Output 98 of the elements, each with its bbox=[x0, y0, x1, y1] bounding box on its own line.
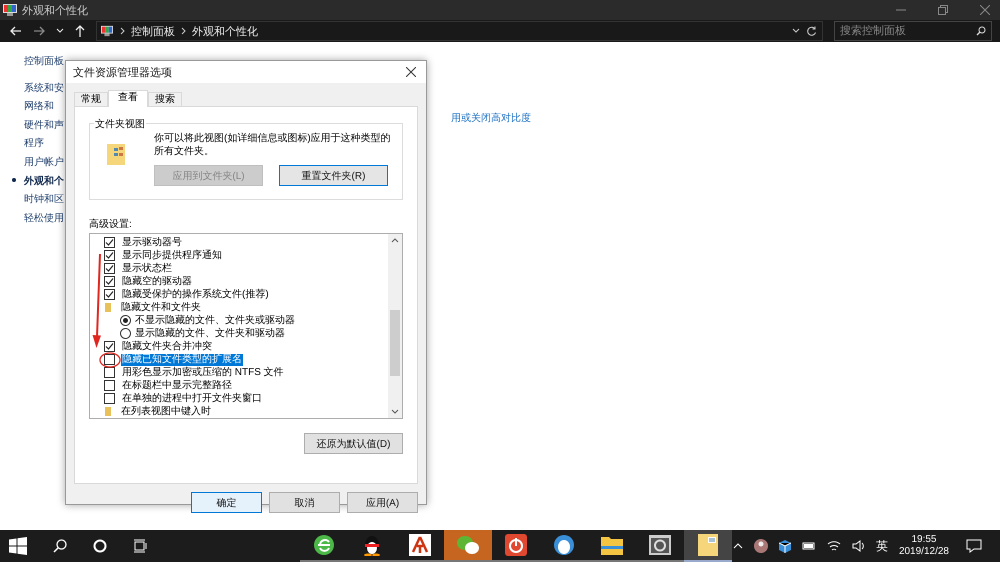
restore-icon[interactable] bbox=[938, 5, 948, 15]
start-icon[interactable] bbox=[9, 537, 27, 555]
sidebar-item[interactable]: 用户帐户 bbox=[12, 154, 64, 174]
globe-icon bbox=[313, 534, 335, 556]
close-icon[interactable] bbox=[406, 67, 416, 77]
setting-label[interactable]: 用彩色显示加密或压缩的 NTFS 文件 bbox=[121, 366, 285, 378]
circle-icon[interactable] bbox=[93, 539, 107, 553]
setting-label[interactable]: 显示驱动器号 bbox=[121, 236, 183, 248]
folder-button[interactable]: 重置文件夹(R) bbox=[279, 165, 388, 186]
notepad-icon bbox=[698, 534, 718, 556]
speaker-icon[interactable] bbox=[852, 540, 865, 552]
tab[interactable]: 常规 bbox=[74, 92, 108, 106]
setting-label[interactable]: 不显示隐藏的文件、文件夹或驱动器 bbox=[134, 314, 296, 326]
sidebar-item[interactable]: 外观和个 bbox=[12, 174, 64, 192]
back-icon[interactable] bbox=[10, 26, 22, 36]
high-contrast-link[interactable]: 用或关闭高对比度 bbox=[451, 113, 531, 124]
chevron-up-icon[interactable] bbox=[732, 543, 743, 549]
description-text: 你可以将此视图(如详细信息或图标)应用于这种类型的所有文件夹。 bbox=[154, 132, 392, 158]
dialog-button[interactable]: 确定 bbox=[191, 492, 262, 513]
checkbox[interactable] bbox=[104, 237, 115, 248]
checkbox[interactable] bbox=[104, 276, 115, 287]
folder-icon bbox=[106, 142, 128, 166]
setting-label[interactable]: 隐藏文件夹合并冲突 bbox=[121, 340, 213, 352]
setting-label[interactable]: 显示同步提供程序通知 bbox=[121, 250, 223, 262]
setting-label[interactable]: 在单独的进程中打开文件夹窗口 bbox=[121, 392, 263, 404]
checkbox[interactable] bbox=[104, 250, 115, 261]
app-icon bbox=[409, 534, 431, 556]
section-label: 高级设置: bbox=[89, 218, 133, 229]
clock-time: 19:55 bbox=[911, 534, 936, 546]
setting-label[interactable]: 在标题栏中显示完整路径 bbox=[121, 380, 233, 392]
scroll-thumb[interactable] bbox=[390, 310, 400, 376]
cube-icon[interactable] bbox=[778, 540, 791, 552]
checkbox[interactable] bbox=[104, 367, 115, 378]
sidebar-item[interactable]: 系统和安 bbox=[12, 80, 64, 100]
chevron-right-icon bbox=[120, 27, 125, 35]
window-icon bbox=[649, 535, 671, 555]
chevron-down-icon[interactable] bbox=[792, 28, 800, 34]
search-icon[interactable] bbox=[53, 539, 67, 553]
setting-label[interactable]: 隐藏空的驱动器 bbox=[121, 276, 193, 288]
checkbox[interactable] bbox=[104, 354, 115, 365]
sidebar-item[interactable]: 网络和 bbox=[12, 99, 54, 118]
scroll-up-icon[interactable] bbox=[391, 238, 399, 243]
folder-icon bbox=[105, 407, 111, 416]
chevron-right-icon bbox=[181, 27, 186, 35]
avatar-icon[interactable] bbox=[754, 539, 768, 553]
search-icon[interactable] bbox=[976, 26, 986, 36]
sidebar-item[interactable]: 控制面板 bbox=[12, 54, 64, 73]
refresh-icon[interactable] bbox=[806, 26, 817, 36]
input-language[interactable]: 英 bbox=[876, 538, 888, 554]
tab[interactable]: 查看 bbox=[108, 90, 148, 107]
notification-icon[interactable] bbox=[966, 539, 982, 553]
wifi-icon[interactable] bbox=[826, 540, 841, 552]
highlight-ring bbox=[98, 352, 120, 368]
forward-icon[interactable] bbox=[33, 26, 45, 36]
penguin-icon bbox=[362, 534, 382, 556]
search-field[interactable]: 搜索控制面板 bbox=[834, 21, 992, 41]
setting-label[interactable]: 显示状态栏 bbox=[121, 262, 173, 274]
address-field[interactable]: 控制面板 外观和个性化 bbox=[96, 21, 823, 41]
dialog-button[interactable]: 取消 bbox=[269, 492, 340, 513]
scrollbar[interactable] bbox=[388, 234, 402, 418]
folder-icon bbox=[105, 303, 111, 312]
radio-button[interactable] bbox=[120, 315, 131, 326]
window-title: 外观和个性化 bbox=[22, 4, 88, 18]
setting-label[interactable]: 隐藏已知文件类型的扩展名 bbox=[121, 354, 243, 366]
setting-label[interactable]: 在列表视图中键入时 bbox=[120, 406, 212, 418]
radio-button[interactable] bbox=[120, 328, 131, 339]
breadcrumb-item[interactable]: 外观和个性化 bbox=[192, 24, 258, 38]
scroll-down-icon[interactable] bbox=[391, 409, 399, 414]
folder-icon bbox=[601, 535, 623, 555]
battery-icon[interactable] bbox=[802, 541, 816, 551]
mascot-icon bbox=[553, 534, 575, 556]
checkbox[interactable] bbox=[104, 393, 115, 404]
control-panel-icon bbox=[2, 3, 18, 17]
taskbar-app[interactable] bbox=[684, 530, 732, 562]
control-panel-icon bbox=[100, 25, 114, 37]
checkbox[interactable] bbox=[104, 263, 115, 274]
checkbox[interactable] bbox=[104, 380, 115, 391]
restore-defaults-button[interactable]: 还原为默认值(D) bbox=[304, 433, 403, 454]
checkbox[interactable] bbox=[104, 341, 115, 352]
sidebar-item[interactable]: 时钟和区 bbox=[12, 192, 64, 211]
up-icon[interactable] bbox=[75, 25, 85, 37]
setting-label[interactable]: 显示隐藏的文件、文件夹和驱动器 bbox=[134, 328, 286, 340]
sidebar-item[interactable]: 硬件和声 bbox=[12, 118, 64, 136]
dialog-title: 文件资源管理器选项 bbox=[73, 66, 172, 80]
checkbox[interactable] bbox=[104, 289, 115, 300]
breadcrumb-item[interactable]: 控制面板 bbox=[131, 24, 175, 38]
clock-date: 2019/12/28 bbox=[898, 546, 949, 558]
setting-label[interactable]: 隐藏受保护的操作系统文件(推荐) bbox=[121, 288, 270, 300]
power-icon bbox=[505, 534, 527, 556]
task-view-icon[interactable] bbox=[133, 539, 147, 553]
clock[interactable]: 19:55 2019/12/28 bbox=[898, 534, 949, 558]
sidebar-item[interactable]: 程序 bbox=[12, 136, 44, 155]
setting-label[interactable]: 隐藏文件和文件夹 bbox=[120, 302, 202, 314]
tab[interactable]: 搜索 bbox=[148, 92, 182, 106]
sidebar-item[interactable]: 轻松使用 bbox=[12, 210, 64, 230]
chat-bubbles-icon bbox=[456, 534, 480, 556]
dialog-button[interactable]: 应用(A) bbox=[347, 492, 418, 513]
group-title: 文件夹视图 bbox=[94, 117, 146, 131]
